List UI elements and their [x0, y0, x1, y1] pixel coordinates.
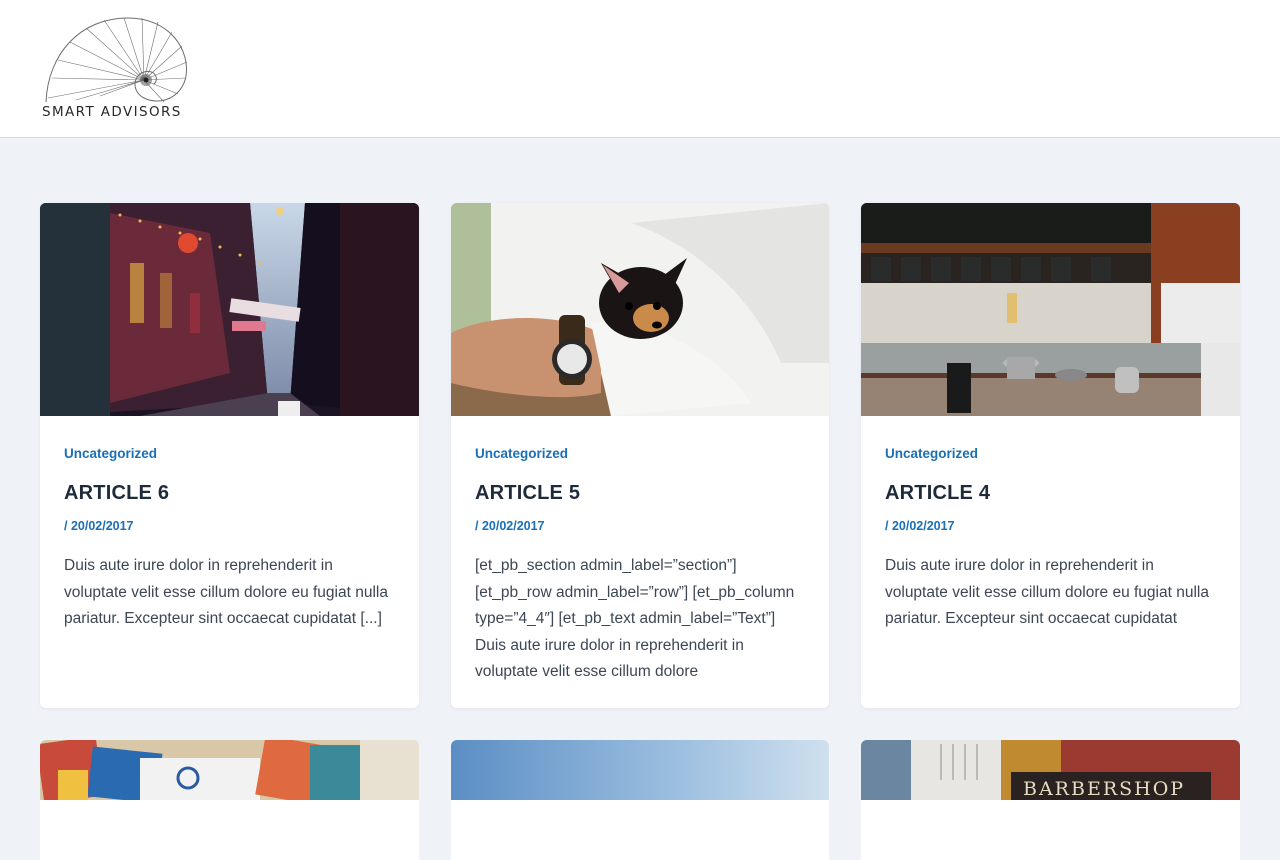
- post-category-link[interactable]: Uncategorized: [475, 446, 568, 461]
- post-card: BARBERSHOP: [861, 740, 1240, 860]
- post-card: Uncategorized ARTICLE 6 / 20/02/2017 Dui…: [40, 203, 419, 708]
- post-thumbnail[interactable]: [451, 740, 829, 800]
- post-card: Uncategorized ARTICLE 5 / 20/02/2017 [et…: [451, 203, 829, 708]
- post-category-link[interactable]: Uncategorized: [64, 446, 157, 461]
- post-card: [451, 740, 829, 860]
- site-header: SMART ADVISORS: [0, 0, 1280, 138]
- post-excerpt: Duis aute irure dolor in reprehenderit i…: [885, 557, 1209, 627]
- post-category-link[interactable]: Uncategorized: [885, 446, 978, 461]
- post-thumbnail[interactable]: BARBERSHOP: [861, 740, 1240, 800]
- post-excerpt: [et_pb_section admin_label=”section”] [e…: [475, 557, 795, 680]
- neon-alley-image: [40, 203, 419, 416]
- colorful-cards-image: [40, 740, 419, 800]
- post-title[interactable]: ARTICLE 4: [885, 482, 990, 505]
- post-thumbnail[interactable]: [40, 740, 419, 800]
- site-logo[interactable]: SMART ADVISORS: [40, 14, 192, 122]
- post-thumbnail[interactable]: [451, 203, 829, 416]
- post-card: Uncategorized ARTICLE 4 / 20/02/2017 Dui…: [861, 203, 1240, 708]
- post-thumbnail[interactable]: [40, 203, 419, 416]
- logo-wordmark: SMART ADVISORS: [42, 104, 182, 120]
- post-date: / 20/02/2017: [64, 519, 134, 533]
- post-thumbnail[interactable]: [861, 203, 1240, 416]
- post-excerpt: Duis aute irure dolor in reprehenderit i…: [64, 557, 388, 627]
- nautilus-logo-icon: [45, 17, 188, 103]
- post-date: / 20/02/2017: [475, 519, 545, 533]
- post-title[interactable]: ARTICLE 5: [475, 482, 580, 505]
- barbershop-sign-text: BARBERSHOP: [1023, 778, 1186, 800]
- blue-sky-image: [451, 740, 829, 800]
- post-date: / 20/02/2017: [885, 519, 955, 533]
- post-title[interactable]: ARTICLE 6: [64, 482, 169, 505]
- post-card: [40, 740, 419, 860]
- chihuahua-image: [451, 203, 829, 416]
- cafe-kitchen-image: [861, 203, 1240, 416]
